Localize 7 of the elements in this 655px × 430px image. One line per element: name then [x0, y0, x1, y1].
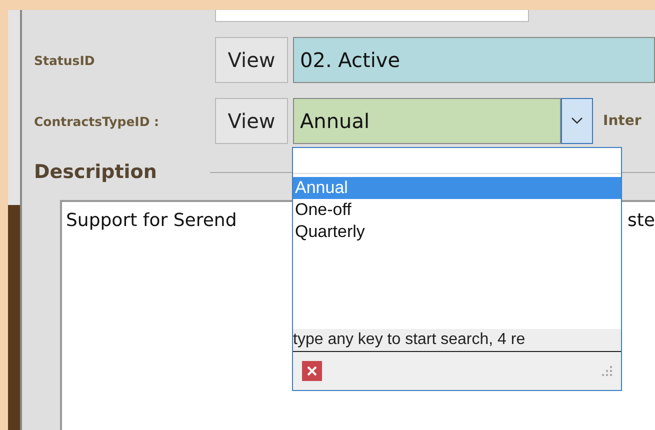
field-label: ContractsTypeID : — [34, 114, 160, 128]
field-label: Inter — [603, 113, 642, 129]
status-text: type any key to start search, 4 re — [293, 329, 621, 352]
description-text: ste — [627, 210, 655, 231]
field-label: StatusID — [34, 52, 96, 68]
description-text: Support for Serend — [66, 210, 237, 231]
section-heading: Description — [34, 161, 158, 183]
